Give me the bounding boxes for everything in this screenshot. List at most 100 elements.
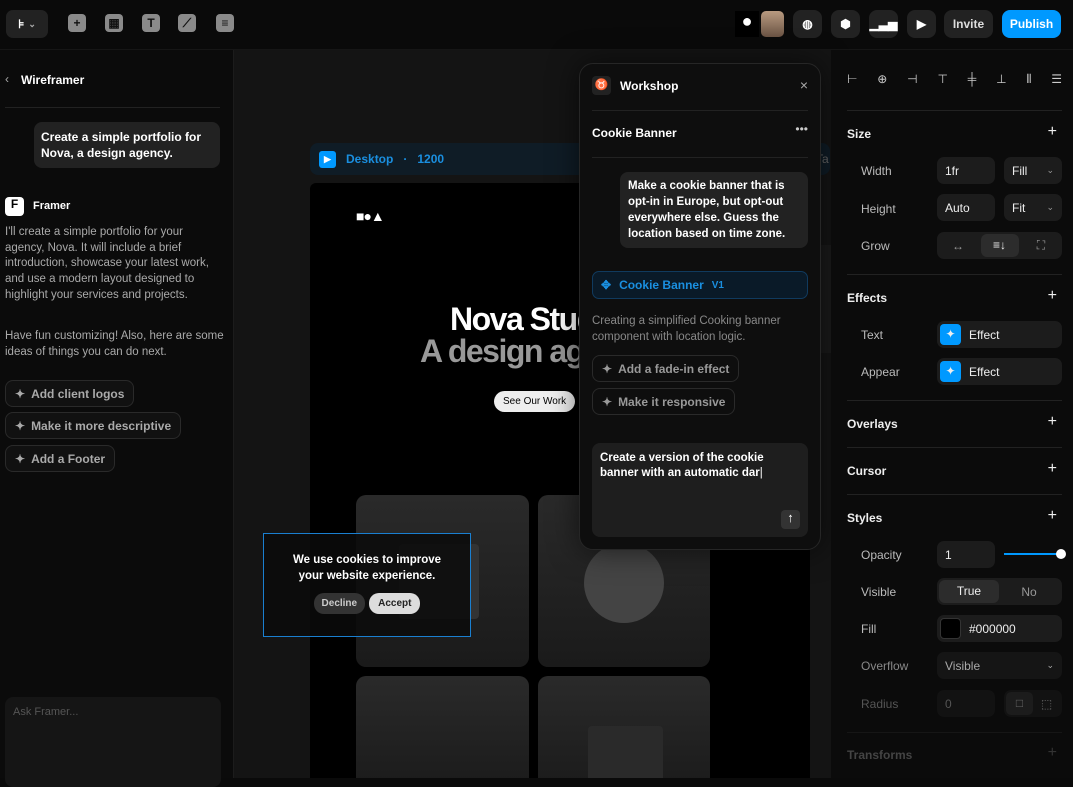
back-icon[interactable]: ‹: [5, 72, 9, 86]
left-panel: ‹ Wireframer Create a simple portfolio f…: [0, 50, 234, 787]
align-left-icon[interactable]: ⊢: [847, 72, 857, 87]
visible-true-option[interactable]: True: [939, 580, 999, 603]
text-effect-label: Text: [861, 328, 884, 342]
chevron-down-icon: ⌄: [1046, 165, 1054, 175]
opacity-label: Opacity: [861, 548, 902, 562]
align-center-h-icon[interactable]: ⊕: [877, 72, 887, 87]
radius-all-icon[interactable]: □: [1006, 692, 1033, 715]
fill-label: Fill: [861, 622, 877, 636]
layout-icon[interactable]: ▦: [105, 14, 123, 32]
width-mode-select[interactable]: Fill ⌄: [1004, 157, 1062, 184]
invite-button[interactable]: Invite: [944, 10, 993, 38]
result-version: V1: [711, 279, 724, 291]
avatar-collaborator[interactable]: [761, 11, 784, 37]
chip-label: Add a fade-in effect: [618, 361, 730, 376]
send-button[interactable]: ↑: [781, 510, 800, 529]
publish-button[interactable]: Publish: [1002, 10, 1061, 38]
select-value: Fit: [1012, 200, 1026, 215]
properties-panel: ⊢ ⊕ ⊣ ⊤ ╪ ⊥ ⫴ ☰ Size + Width 1fr Fill ⌄ Height Au…: [831, 50, 1073, 778]
ask-framer-input[interactable]: Ask Framer...: [5, 697, 221, 787]
grow-horizontal-icon[interactable]: ↔: [939, 239, 977, 253]
align-top-icon[interactable]: ⊤: [937, 72, 947, 87]
work-card[interactable]: [538, 676, 710, 778]
more-icon[interactable]: •••: [795, 122, 808, 136]
suggestion-chip[interactable]: ✦ Add a Footer: [5, 445, 116, 472]
input-text: Create a version of the cookie banner wi…: [600, 452, 764, 479]
opacity-slider[interactable]: [1004, 549, 1066, 559]
width-label: Width: [861, 164, 892, 178]
add-icon[interactable]: +: [1048, 507, 1057, 525]
slider-handle[interactable]: [1056, 549, 1066, 559]
add-icon[interactable]: +: [1048, 744, 1057, 762]
divider: [847, 110, 1062, 111]
play-icon[interactable]: ▶: [907, 10, 936, 38]
divider: [847, 400, 1062, 401]
width-input[interactable]: 1fr: [937, 157, 995, 184]
align-middle-icon[interactable]: ╪: [968, 72, 977, 87]
overlays-section-title: Overlays: [847, 417, 898, 431]
distribute-h-icon[interactable]: ⫴: [1026, 72, 1031, 87]
appear-effect-button[interactable]: ✦ Effect: [937, 358, 1062, 385]
fill-input[interactable]: #000000: [937, 615, 1062, 642]
sparkle-icon: ✦: [15, 386, 26, 401]
framer-menu-button[interactable]: ⊧ ⌄: [6, 10, 48, 38]
divider: [592, 157, 808, 158]
user-message: Make a cookie banner that is opt-in in E…: [620, 172, 808, 248]
add-icon[interactable]: +: [1048, 123, 1057, 141]
add-icon[interactable]: +: [1048, 413, 1057, 431]
visible-segmented[interactable]: True No: [937, 578, 1062, 605]
sparkle-icon: ✦: [940, 324, 961, 345]
accept-button[interactable]: Accept: [369, 593, 421, 614]
sparkle-icon: ✦: [602, 394, 613, 409]
grow-segmented[interactable]: ↔ ≡↓ ⛶: [937, 232, 1062, 259]
suggestion-chip[interactable]: ✦ Make it responsive: [592, 388, 736, 415]
height-mode-select[interactable]: Fit ⌄: [1004, 194, 1062, 221]
opacity-input[interactable]: 1: [937, 541, 995, 568]
color-swatch[interactable]: [940, 618, 961, 639]
close-icon[interactable]: ×: [800, 77, 808, 93]
add-icon[interactable]: +: [1048, 287, 1057, 305]
align-right-icon[interactable]: ⊣: [907, 72, 917, 87]
size-section-title: Size: [847, 127, 872, 141]
divider: [592, 110, 808, 111]
cms-icon[interactable]: ≡: [216, 14, 234, 32]
add-icon[interactable]: +: [1048, 460, 1057, 478]
analytics-icon[interactable]: ▁▃▅: [869, 10, 898, 38]
framer-logo-icon: ⊧: [18, 17, 25, 31]
result-name: Cookie Banner: [619, 278, 704, 292]
align-bottom-icon[interactable]: ⊥: [996, 72, 1006, 87]
bot-message-2: Have fun customizing! Also, here are som…: [5, 330, 224, 358]
breakpoint-width: 1200: [417, 152, 445, 166]
radius-input[interactable]: 0: [937, 690, 995, 717]
visible-no-option[interactable]: No: [999, 585, 1059, 599]
text-icon[interactable]: T: [142, 14, 160, 32]
globe-icon[interactable]: ◍: [793, 10, 822, 38]
height-input[interactable]: Auto: [937, 194, 995, 221]
suggestion-chip[interactable]: ✦ Add client logos: [5, 380, 135, 407]
overflow-label: Overflow: [861, 659, 909, 673]
grow-fill-icon[interactable]: ⛶: [1022, 238, 1060, 253]
sparkle-icon: ✦: [940, 361, 961, 382]
radius-mode[interactable]: □ ⬚: [1004, 690, 1062, 717]
settings-icon[interactable]: ⬢: [831, 10, 860, 38]
vector-icon[interactable]: ⟋: [178, 14, 196, 32]
decline-button[interactable]: Decline: [313, 593, 366, 614]
insert-icon[interactable]: +: [68, 14, 86, 32]
sparkle-icon: ✦: [15, 451, 26, 466]
radius-individual-icon[interactable]: ⬚: [1033, 697, 1060, 711]
grow-vertical-icon[interactable]: ≡↓: [980, 234, 1019, 257]
suggestion-chip[interactable]: ✦ Make it more descriptive: [5, 412, 182, 439]
distribute-v-icon[interactable]: ☰: [1051, 72, 1062, 87]
status-text: Creating a simplified Cooking banner com…: [592, 315, 781, 343]
cta-button[interactable]: See Our Work: [494, 391, 576, 412]
chip-label: Make it responsive: [618, 394, 726, 409]
workshop-input[interactable]: Create a version of the cookie banner wi…: [592, 443, 808, 537]
text-effect-button[interactable]: ✦ Effect: [937, 321, 1062, 348]
component-name: Cookie Banner: [592, 126, 677, 140]
suggestion-chip[interactable]: ✦ Add a fade-in effect: [592, 355, 740, 382]
cookie-banner[interactable]: We use cookies to improve your website e…: [263, 533, 471, 637]
overflow-select[interactable]: Visible ⌄: [937, 652, 1062, 679]
result-component-button[interactable]: ✥ Cookie Banner V1: [592, 271, 808, 299]
avatar-user[interactable]: ●: [735, 11, 759, 37]
work-card[interactable]: [356, 676, 529, 778]
